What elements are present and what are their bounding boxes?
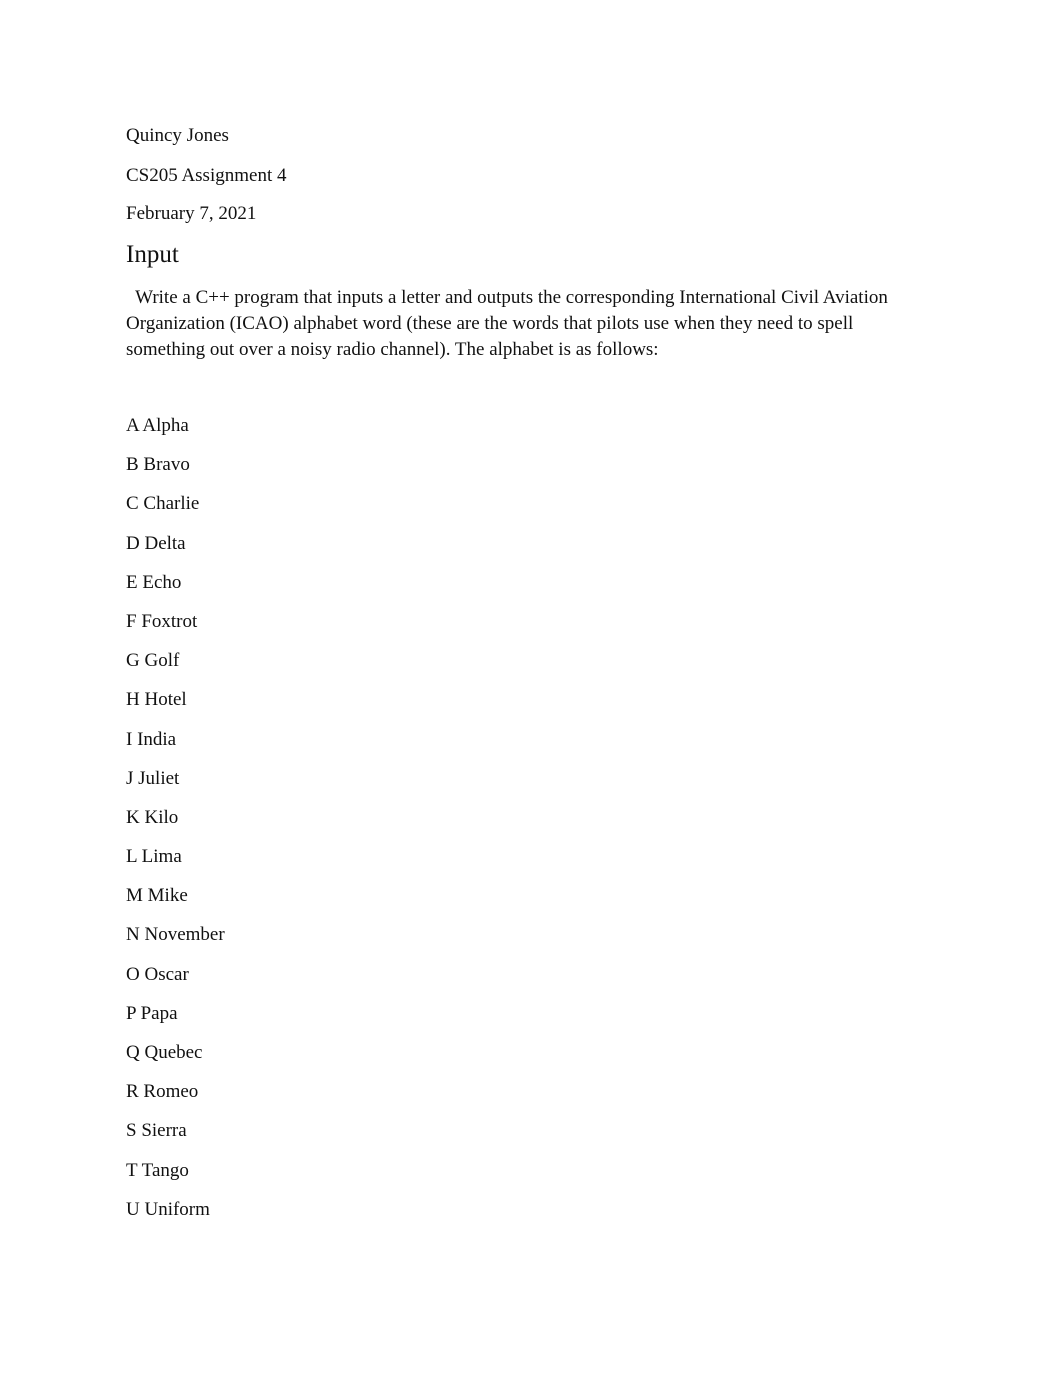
paragraph-line: Write a C++ program that inputs a letter… bbox=[126, 287, 888, 308]
alphabet-item: I India bbox=[126, 728, 177, 750]
alphabet-item: A Alpha bbox=[126, 415, 189, 436]
alphabet-item: N November bbox=[126, 924, 225, 946]
author-name: Quincy Jones bbox=[126, 125, 229, 146]
alphabet-item: F Foxtrot bbox=[126, 610, 198, 632]
alphabet-item: H Hotel bbox=[126, 689, 187, 711]
alphabet-item: O Oscar bbox=[126, 963, 189, 985]
alphabet-item: G Golf bbox=[126, 650, 180, 672]
alphabet-item: K Kilo bbox=[126, 806, 179, 828]
course-title: CS205 Assignment 4 bbox=[126, 165, 287, 186]
alphabet-item: L Lima bbox=[126, 846, 182, 868]
icao-alphabet-list: A Alpha B Bravo C Charlie D Delta E Echo… bbox=[126, 415, 225, 1238]
section-heading: Input bbox=[126, 241, 179, 268]
alphabet-item: Q Quebec bbox=[126, 1042, 203, 1063]
paragraph-line: Organization (ICAO) alphabet word (these… bbox=[126, 313, 854, 334]
paragraph-line: something out over a noisy radio channel… bbox=[126, 339, 659, 360]
alphabet-item: M Mike bbox=[126, 885, 188, 907]
alphabet-item: B Bravo bbox=[126, 454, 190, 476]
alphabet-item: U Uniform bbox=[126, 1198, 210, 1220]
alphabet-item: C Charlie bbox=[126, 493, 200, 515]
document-page: Quincy Jones CS205 Assignment 4 February… bbox=[0, 0, 1062, 1377]
document-date: February 7, 2021 bbox=[126, 203, 257, 224]
alphabet-item: P Papa bbox=[126, 1002, 178, 1024]
assignment-description: Write a C++ program that inputs a letter… bbox=[126, 285, 906, 363]
alphabet-item: R Romeo bbox=[126, 1081, 199, 1103]
alphabet-item: D Delta bbox=[126, 532, 186, 554]
alphabet-item: T Tango bbox=[126, 1159, 189, 1181]
alphabet-item: E Echo bbox=[126, 571, 182, 593]
alphabet-item: J Juliet bbox=[126, 767, 180, 789]
alphabet-item: S Sierra bbox=[126, 1120, 187, 1142]
